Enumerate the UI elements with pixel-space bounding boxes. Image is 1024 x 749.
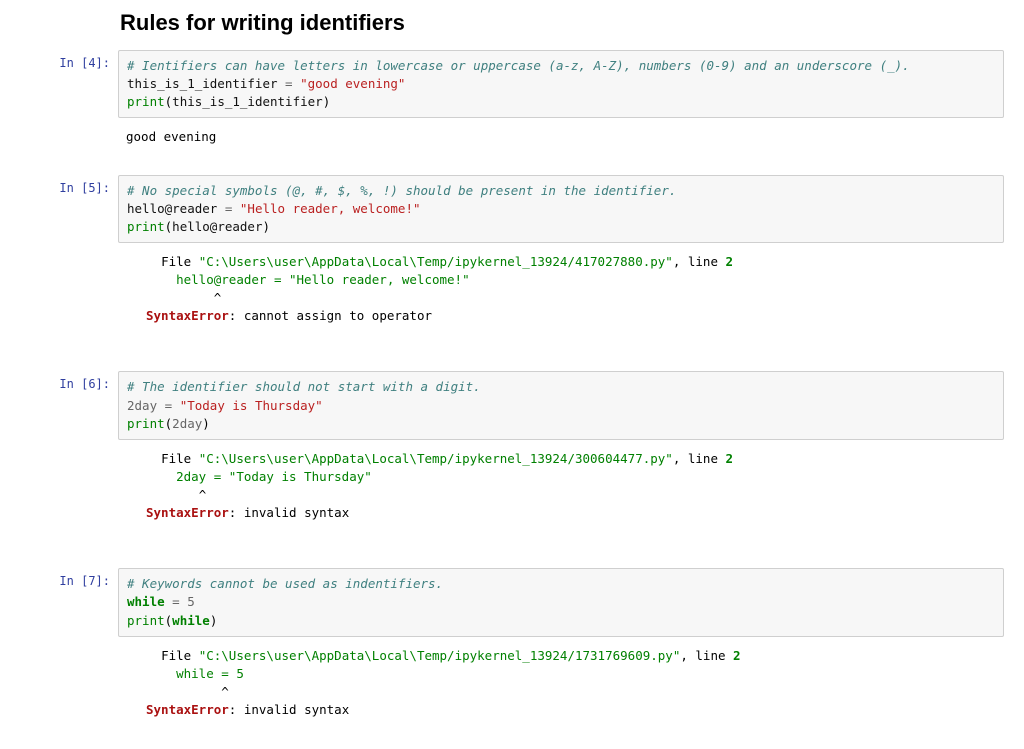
input-prompt: In [5]: [20, 175, 118, 195]
stderr-output: File "C:\Users\user\AppData\Local\Temp/i… [118, 641, 1004, 726]
code-editor[interactable]: # Ientifiers can have letters in lowerca… [127, 57, 995, 111]
output-prompt: . [20, 122, 118, 142]
traceback-text: File "C:\Users\user\AppData\Local\Temp/i… [146, 253, 996, 326]
code-cell: In [4]: # Ientifiers can have letters in… [20, 50, 1004, 118]
output-cell: . File "C:\Users\user\AppData\Local\Temp… [20, 247, 1004, 332]
code-input[interactable]: # The identifier should not start with a… [118, 371, 1004, 439]
page-title: Rules for writing identifiers [120, 10, 1004, 36]
code-input[interactable]: # Ientifiers can have letters in lowerca… [118, 50, 1004, 118]
stderr-output: File "C:\Users\user\AppData\Local\Temp/i… [118, 444, 1004, 529]
input-prompt: In [7]: [20, 568, 118, 588]
code-input[interactable]: # No special symbols (@, #, $, %, !) sho… [118, 175, 1004, 243]
traceback-text: File "C:\Users\user\AppData\Local\Temp/i… [146, 647, 996, 720]
input-prompt: In [6]: [20, 371, 118, 391]
output-cell: . File "C:\Users\user\AppData\Local\Temp… [20, 444, 1004, 529]
code-cell: In [7]: # Keywords cannot be used as ind… [20, 568, 1004, 636]
input-prompt: In [4]: [20, 50, 118, 70]
output-cell: . good evening [20, 122, 1004, 152]
traceback-text: File "C:\Users\user\AppData\Local\Temp/i… [146, 450, 996, 523]
output-prompt: . [20, 444, 118, 464]
output-cell: . File "C:\Users\user\AppData\Local\Temp… [20, 641, 1004, 726]
code-input[interactable]: # Keywords cannot be used as indentifier… [118, 568, 1004, 636]
code-cell: In [6]: # The identifier should not star… [20, 371, 1004, 439]
notebook-page: Rules for writing identifiers In [4]: # … [0, 10, 1024, 749]
stdout-text: good evening [126, 128, 996, 146]
output-prompt: . [20, 641, 118, 661]
code-editor[interactable]: # No special symbols (@, #, $, %, !) sho… [127, 182, 995, 236]
code-editor[interactable]: # The identifier should not start with a… [127, 378, 995, 432]
stderr-output: File "C:\Users\user\AppData\Local\Temp/i… [118, 247, 1004, 332]
code-cell: In [5]: # No special symbols (@, #, $, %… [20, 175, 1004, 243]
output-prompt: . [20, 247, 118, 267]
code-editor[interactable]: # Keywords cannot be used as indentifier… [127, 575, 995, 629]
stdout-output: good evening [118, 122, 1004, 152]
